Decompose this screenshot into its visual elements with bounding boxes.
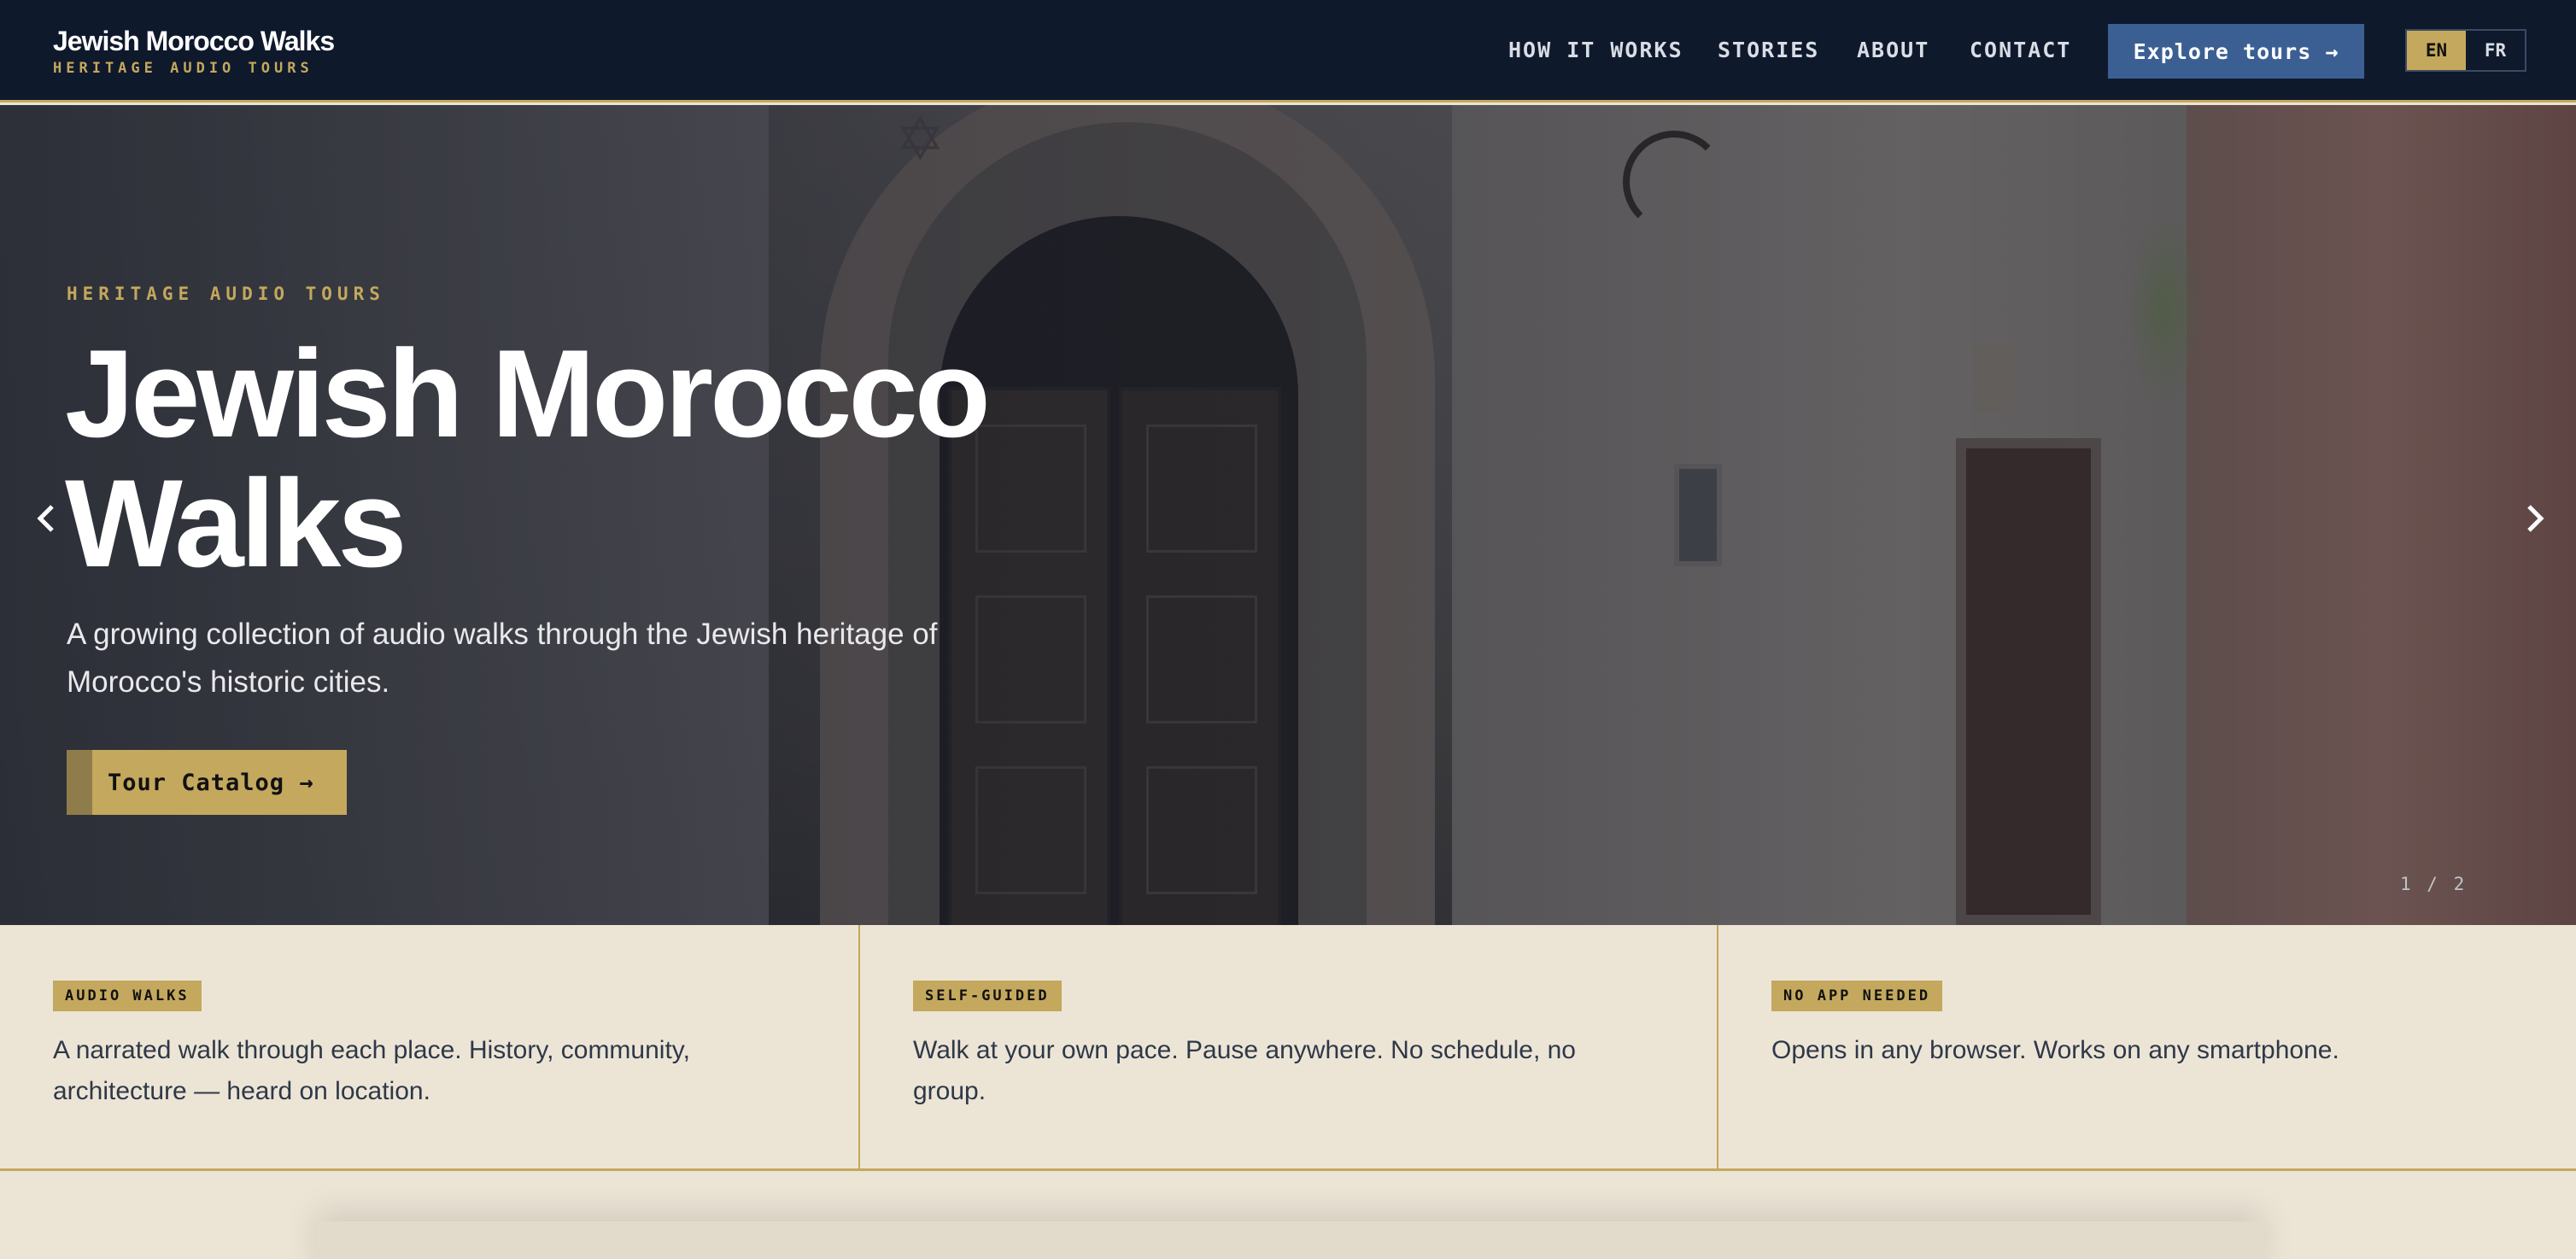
nav-link-how-it-works[interactable]: HOW IT WORKS (1508, 38, 1683, 68)
feature-no-app-needed: NO APP NEEDED Opens in any browser. Work… (1717, 925, 2576, 1168)
nav-link-contact[interactable]: CONTACT (1970, 38, 2071, 68)
feature-text: Opens in any browser. Works on any smart… (1771, 1036, 2339, 1064)
next-section-card (316, 1221, 2263, 1259)
chevron-right-icon (2527, 505, 2544, 532)
features-strip: AUDIO WALKS A narrated walk through each… (0, 925, 2576, 1171)
language-option-fr[interactable]: FR (2466, 31, 2525, 70)
language-option-en[interactable]: EN (2407, 31, 2466, 70)
slide-counter: 1 / 2 (2400, 874, 2468, 894)
next-section-preview (0, 1174, 2576, 1259)
top-navigation-bar: Jewish Morocco Walks HERITAGE AUDIO TOUR… (0, 0, 2576, 102)
tour-catalog-button[interactable]: Tour Catalog → (67, 750, 347, 815)
brand-name: Jewish Morocco Walks (53, 26, 335, 56)
nav-link-about[interactable]: ABOUT (1857, 38, 1929, 68)
nav-link-stories[interactable]: STORIES (1718, 38, 1819, 68)
feature-audio-walks: AUDIO WALKS A narrated walk through each… (0, 925, 858, 1168)
feature-text: A narrated walk through each place. Hist… (53, 1036, 690, 1105)
hero-carousel: ✡ HERITAGE AUDIO TOURS Jewish Morocco Wa… (0, 105, 2576, 925)
feature-self-guided: SELF-GUIDED Walk at your own pace. Pause… (858, 925, 1717, 1168)
explore-tours-button[interactable]: Explore tours → (2108, 24, 2364, 79)
brand-logo[interactable]: Jewish Morocco Walks HERITAGE AUDIO TOUR… (53, 26, 335, 77)
feature-badge: SELF-GUIDED (913, 981, 1062, 1011)
feature-badge: NO APP NEEDED (1771, 981, 1943, 1011)
carousel-prev-button[interactable] (29, 495, 63, 542)
language-switcher: EN FR (2405, 29, 2526, 72)
brand-tagline: HERITAGE AUDIO TOURS (53, 60, 313, 77)
feature-text: Walk at your own pace. Pause anywhere. N… (913, 1036, 1576, 1105)
carousel-next-button[interactable] (2518, 495, 2552, 542)
hero-eyebrow: HERITAGE AUDIO TOURS (67, 284, 385, 304)
hero-description: A growing collection of audio walks thro… (67, 618, 938, 699)
chevron-left-icon (37, 505, 54, 532)
feature-badge: AUDIO WALKS (53, 981, 202, 1011)
hero-title: Jewish Morocco Walks (65, 324, 991, 593)
